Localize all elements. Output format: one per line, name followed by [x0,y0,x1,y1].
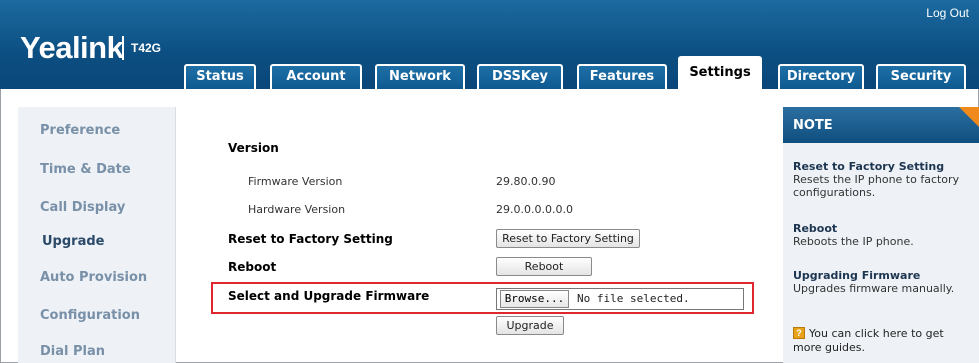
tab-network[interactable]: Network [375,64,465,89]
reboot-button[interactable]: Reboot [496,257,592,276]
tab-security[interactable]: Security [876,64,966,89]
hardware-version-label: Hardware Version [248,203,346,216]
tab-directory[interactable]: Directory [778,64,864,89]
sidebar-item-auto-provision[interactable]: Auto Provision [40,270,147,285]
note-reset-title: Reset to Factory Setting [793,160,945,173]
firmware-version-value: 29.80.0.90 [496,175,556,188]
note-panel: NOTE Reset to Factory Setting Resets the… [783,107,979,363]
sidebar-item-dial-plan[interactable]: Dial Plan [40,344,105,359]
tab-dsskey[interactable]: DSSKey [477,64,563,89]
highlight-box [211,282,754,314]
sidebar-item-configuration[interactable]: Configuration [40,308,140,323]
reboot-label: Reboot [228,260,277,274]
tab-status[interactable]: Status [184,64,256,89]
tab-features[interactable]: Features [577,64,667,89]
hardware-version-value: 29.0.0.0.0.0.0 [496,203,573,216]
note-upgrade-desc: Upgrades firmware manually. [793,282,955,295]
help-icon: ? [793,327,805,339]
note-header: NOTE [783,107,979,143]
logo-divider [122,36,124,60]
note-upgrade-title: Upgrading Firmware [793,269,921,282]
version-heading: Version [228,141,279,155]
upgrade-button[interactable]: Upgrade [496,316,564,335]
note-title: NOTE [793,118,833,133]
model-label: T42G [131,41,162,55]
header-bar: Yealink T42G Log Out Status Account Netw… [0,0,979,91]
note-corner-flag [959,107,979,127]
sidebar-item-time-date[interactable]: Time & Date [40,162,131,177]
sidebar: Preference Time & Date Call Display Upgr… [18,107,176,363]
firmware-version-label: Firmware Version [248,175,343,188]
sidebar-item-upgrade[interactable]: Upgrade [42,234,104,249]
tab-settings[interactable]: Settings [678,56,762,91]
note-reboot-title: Reboot [793,222,838,235]
sidebar-item-preference[interactable]: Preference [40,123,120,138]
logout-link[interactable]: Log Out [926,6,969,20]
guide-link[interactable]: You can click here to get more guides. [793,327,971,355]
note-reset-desc: Resets the IP phone to factory configura… [793,173,960,199]
yealink-logo: Yealink [20,30,124,65]
sidebar-item-call-display[interactable]: Call Display [40,200,125,215]
reset-factory-label: Reset to Factory Setting [228,232,393,246]
tab-account[interactable]: Account [270,64,362,89]
note-reboot-desc: Reboots the IP phone. [793,235,914,248]
reset-factory-button[interactable]: Reset to Factory Setting [496,229,640,248]
